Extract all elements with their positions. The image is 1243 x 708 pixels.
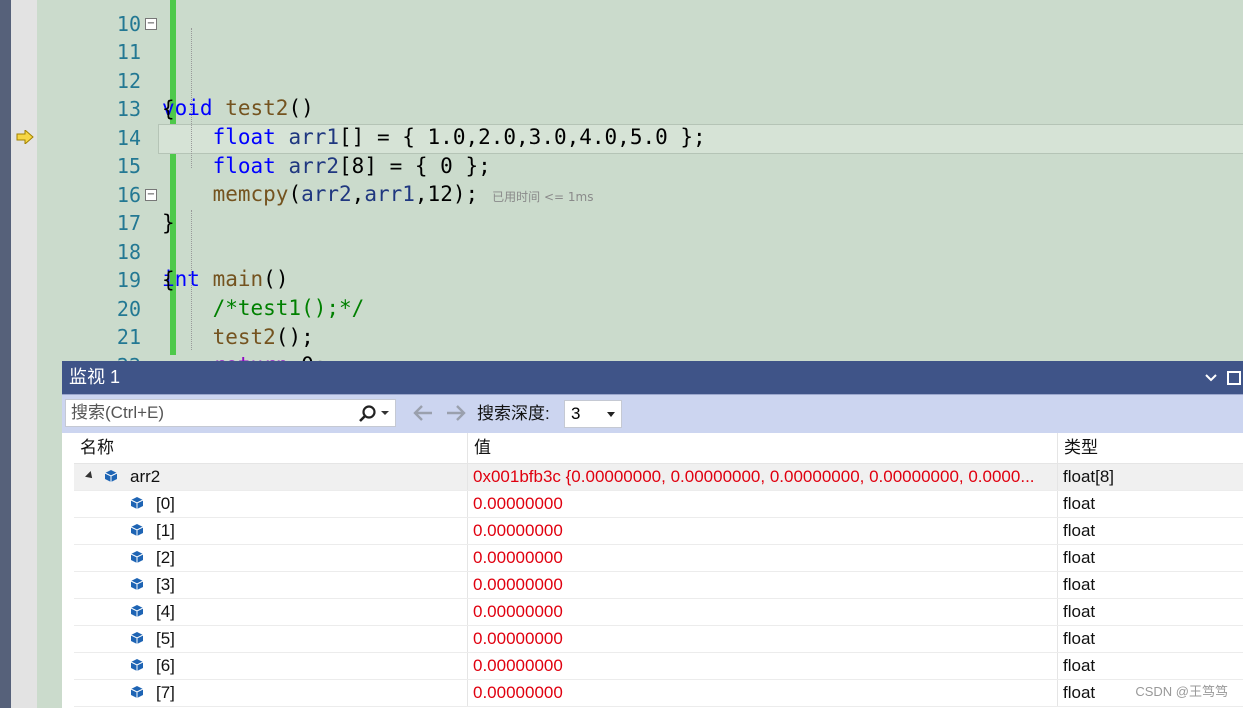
watch-grid: 名称 值 类型 arr2 0x001bfb3c {0.00000000, 0.0…	[74, 433, 1243, 707]
search-box[interactable]	[65, 399, 396, 427]
glyph-margin	[11, 0, 37, 708]
variable-cube-icon	[130, 551, 144, 563]
row-name: arr2	[130, 467, 161, 486]
watch-title: 监视 1	[69, 367, 121, 387]
variable-cube-icon	[130, 605, 144, 617]
code-line: 18 {	[37, 210, 1243, 292]
watermark: CSDN @王笃笃	[1135, 684, 1228, 699]
execution-arrow-icon	[16, 130, 34, 144]
row-name: [6]	[156, 656, 175, 675]
row-value[interactable]: 0.00000000	[468, 572, 1058, 598]
code-line: 10	[37, 0, 141, 36]
code-line: 22 }	[37, 324, 1243, 406]
forward-arrow-icon[interactable]	[445, 402, 467, 424]
search-depth-label: 搜索深度:	[477, 404, 550, 423]
watch-window: 监视 1 搜索深度: 3 名称 值 类型	[62, 361, 1243, 708]
table-row[interactable]: [2] 0.00000000 float	[74, 545, 1243, 572]
table-row[interactable]: [4] 0.00000000 float	[74, 599, 1243, 626]
row-name: [4]	[156, 602, 175, 621]
table-row[interactable]: arr2 0x001bfb3c {0.00000000, 0.00000000,…	[74, 464, 1243, 491]
back-arrow-icon[interactable]	[412, 402, 434, 424]
row-value[interactable]: 0.00000000	[468, 491, 1058, 517]
fold-collapse-icon[interactable]: −	[145, 18, 157, 30]
column-header-name[interactable]: 名称	[74, 433, 468, 463]
row-name: [3]	[156, 575, 175, 594]
row-type: float	[1063, 629, 1096, 648]
row-value[interactable]: 0.00000000	[468, 518, 1058, 544]
code-line: 16 }	[37, 153, 1243, 235]
variable-cube-icon	[130, 632, 144, 644]
search-input[interactable]	[66, 400, 356, 426]
table-row[interactable]: [1] 0.00000000 float	[74, 518, 1243, 545]
row-value[interactable]: 0.00000000	[468, 653, 1058, 679]
watch-title-bar[interactable]: 监视 1	[62, 361, 1243, 394]
left-edge-bar	[0, 0, 11, 708]
variable-cube-icon	[130, 578, 144, 590]
code-line: 13 float arr1[] = { 1.0,2.0,3.0,4.0,5.0 …	[37, 67, 1243, 149]
row-type: float	[1063, 602, 1096, 621]
code-line: 19 /*test1();*/	[37, 238, 1243, 320]
row-type: float	[1063, 494, 1096, 513]
code-line: 21 return 0;	[37, 295, 1243, 377]
row-value[interactable]: 0.00000000	[468, 626, 1058, 652]
variable-cube-icon	[130, 686, 144, 698]
row-value[interactable]: 0.00000000	[468, 599, 1058, 625]
code-line: 11 − void test2()	[37, 10, 1243, 120]
table-row[interactable]: [6] 0.00000000 float	[74, 653, 1243, 680]
column-header-value[interactable]: 值	[468, 433, 1058, 463]
search-depth-select[interactable]: 3	[564, 400, 622, 428]
variable-cube-icon	[130, 659, 144, 671]
fold-collapse-icon[interactable]: −	[145, 189, 157, 201]
row-name: [1]	[156, 521, 175, 540]
maximize-icon[interactable]	[1227, 370, 1241, 385]
window-menu-chevron-icon[interactable]	[1205, 373, 1217, 382]
table-row[interactable]: [0] 0.00000000 float	[74, 491, 1243, 518]
code-line: 12 {	[37, 39, 1243, 121]
row-type: float	[1063, 575, 1096, 594]
table-row[interactable]: [5] 0.00000000 float	[74, 626, 1243, 653]
row-type: float	[1063, 548, 1096, 567]
search-icon[interactable]	[358, 404, 378, 424]
indent-guide	[191, 28, 193, 168]
row-name: [7]	[156, 683, 175, 702]
grid-header: 名称 值 类型	[74, 433, 1243, 464]
row-name: [5]	[156, 629, 175, 648]
row-value[interactable]: 0.00000000	[468, 680, 1058, 706]
row-name: [0]	[156, 494, 175, 513]
code-editor[interactable]: 10 11 − void test2() 12 { 13 float arr1[…	[37, 0, 1243, 406]
variable-cube-icon	[104, 470, 118, 482]
code-line: 20 test2();	[37, 267, 1243, 349]
variable-cube-icon	[130, 524, 144, 536]
table-row[interactable]: [3] 0.00000000 float	[74, 572, 1243, 599]
row-value[interactable]: 0x001bfb3c {0.00000000, 0.00000000, 0.00…	[468, 464, 1058, 490]
code-line: 14 float arr2[8] = { 0 };	[37, 96, 1243, 178]
row-name: [2]	[156, 548, 175, 567]
table-row[interactable]: [7] 0.00000000 float	[74, 680, 1243, 707]
row-type: float[8]	[1063, 467, 1115, 486]
chevron-down-icon	[607, 412, 615, 417]
code-line: 17 − int main()	[37, 181, 1243, 291]
expand-toggle-icon[interactable]	[85, 471, 95, 481]
column-header-type[interactable]: 类型	[1058, 433, 1243, 463]
watch-toolbar: 搜索深度: 3	[62, 394, 1243, 433]
code-line-current: 15 memcpy(arr2,arr1,12); 已用时间 <= 1ms	[37, 124, 1243, 206]
row-type: float	[1063, 656, 1096, 675]
indent-guide	[191, 210, 193, 350]
variable-cube-icon	[130, 497, 144, 509]
row-type: float	[1063, 521, 1096, 540]
search-options-dropdown-icon[interactable]	[380, 408, 390, 418]
row-value[interactable]: 0.00000000	[468, 545, 1058, 571]
search-depth-value: 3	[571, 404, 581, 423]
